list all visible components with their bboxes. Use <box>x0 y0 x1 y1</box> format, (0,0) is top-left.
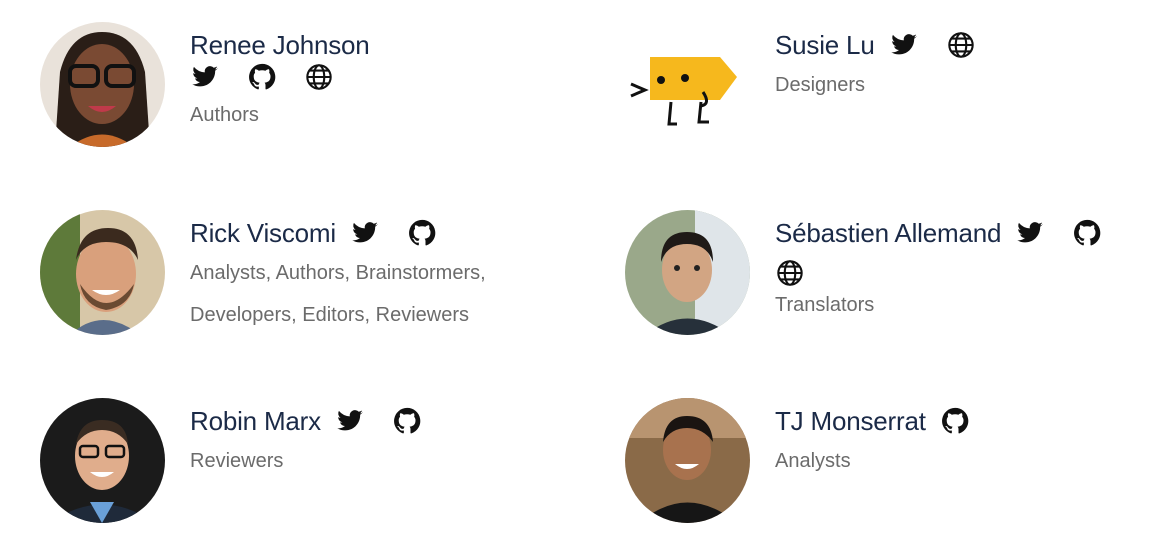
contributor-card: Renee Johnson Authors <box>40 22 625 210</box>
contributor-card: Robin Marx Reviewers <box>40 398 625 538</box>
twitter-icon[interactable] <box>350 218 380 248</box>
contributor-card: Rick Viscomi Analysts, Authors, Brainsto… <box>40 210 625 398</box>
contributor-roles: Analysts <box>775 450 851 472</box>
contributor-card: TJ Monserrat Analysts <box>625 398 1160 538</box>
avatar <box>40 210 165 335</box>
contributor-name: Robin Marx <box>190 406 321 436</box>
twitter-icon[interactable] <box>1015 218 1045 248</box>
contributor-name: Sébastien Allemand <box>775 218 1002 248</box>
contributor-name: Rick Viscomi <box>190 218 336 248</box>
contributor-card: Sébastien Allemand Translators <box>625 210 1160 398</box>
contributor-roles: Translators <box>775 294 875 316</box>
github-icon[interactable] <box>407 218 437 248</box>
globe-icon[interactable] <box>304 62 334 92</box>
contributor-roles: Authors <box>190 104 259 126</box>
contributor-card: Susie Lu Designers <box>625 22 1160 210</box>
twitter-icon[interactable] <box>335 406 365 436</box>
github-icon[interactable] <box>940 406 970 436</box>
avatar <box>625 398 750 523</box>
avatar <box>625 22 750 147</box>
contributor-name: TJ Monserrat <box>775 406 926 436</box>
github-icon[interactable] <box>392 406 422 436</box>
contributors-grid: Renee Johnson Authors Susie Lu Designers… <box>40 22 1160 538</box>
contributor-roles: Reviewers <box>190 450 284 472</box>
avatar <box>40 398 165 523</box>
github-icon[interactable] <box>247 62 277 92</box>
avatar <box>625 210 750 335</box>
twitter-icon[interactable] <box>190 62 220 92</box>
globe-icon[interactable] <box>946 30 976 60</box>
contributor-name: Renee Johnson <box>190 30 370 60</box>
twitter-icon[interactable] <box>889 30 919 60</box>
contributor-roles: Designers <box>775 74 866 96</box>
contributor-name: Susie Lu <box>775 30 875 60</box>
contributor-roles: Analysts, Authors, Brainstormers, Develo… <box>190 262 486 326</box>
github-icon[interactable] <box>1072 218 1102 248</box>
globe-icon[interactable] <box>775 258 805 288</box>
avatar <box>40 22 165 147</box>
